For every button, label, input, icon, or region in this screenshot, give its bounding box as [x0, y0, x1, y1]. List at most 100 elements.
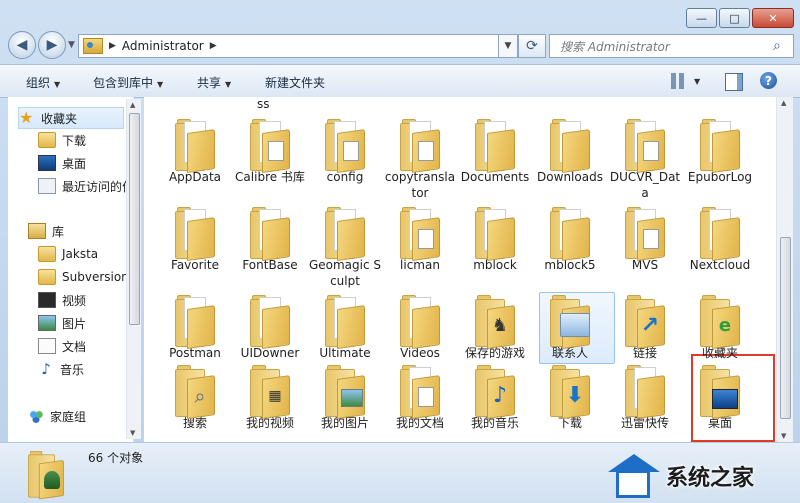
maximize-button[interactable]: □	[719, 8, 750, 28]
share-menu[interactable]: 共享 ▼	[197, 74, 231, 91]
folder-icon	[250, 117, 290, 173]
back-button[interactable]: ◀	[8, 31, 36, 59]
new-folder-button[interactable]: 新建文件夹	[265, 74, 325, 91]
view-icon[interactable]	[671, 73, 687, 89]
minimize-button[interactable]: —	[686, 8, 717, 28]
sidebar-scroll-thumb[interactable]	[129, 113, 140, 325]
preview-pane-icon[interactable]	[725, 73, 743, 91]
star-icon: ★	[19, 108, 34, 127]
sidebar-item-recent[interactable]: 最近访问的位	[38, 176, 133, 196]
recent-pages-dropdown[interactable]: ▼	[68, 40, 78, 50]
new-folder-label: 新建文件夹	[265, 76, 326, 90]
address-bar[interactable]: ▶ Administrator ▶	[78, 34, 512, 58]
folder-item[interactable]: EpuborLog	[683, 117, 757, 185]
sidebar-item-documents[interactable]: 文档	[38, 336, 86, 356]
folder-item[interactable]: 迅雷快传	[608, 363, 682, 431]
sidebar-item-label: 下载	[62, 133, 87, 148]
sidebar-item-label: 视频	[62, 293, 87, 308]
breadcrumb-separator-icon[interactable]: ▶	[109, 41, 116, 51]
content-scrollbar[interactable]: ▲ ▼	[776, 97, 793, 442]
folder-item[interactable]: DUCVR_Data	[608, 117, 682, 201]
folder-item[interactable]: e 收藏夹	[683, 293, 757, 361]
sidebar-scrollbar[interactable]: ▲ ▼	[126, 99, 141, 439]
folder-item[interactable]: ▦ 我的视频	[233, 363, 307, 431]
folder-item[interactable]: mblock5	[533, 205, 607, 273]
folder-item[interactable]: AppData	[158, 117, 232, 185]
folder-icon: ▦	[250, 363, 290, 419]
folder-item[interactable]: copytranslator	[383, 117, 457, 201]
folder-item[interactable]: UIDowner	[233, 293, 307, 361]
folder-item[interactable]: ⌕ 搜索	[158, 363, 232, 431]
scroll-down-icon[interactable]: ▼	[130, 429, 135, 437]
navigation-pane: ★ 收藏夹 下载 桌面 最近访问的位 库 Jaksta Subversion 视…	[8, 97, 134, 442]
sidebar-item-music[interactable]: ♪ 音乐	[38, 359, 84, 379]
folder-item[interactable]: 联系人	[533, 293, 607, 361]
folder-icon	[400, 117, 440, 173]
scroll-up-icon[interactable]: ▲	[781, 99, 786, 107]
share-label: 共享	[197, 76, 222, 90]
libraries-icon	[28, 223, 46, 239]
search-input[interactable]: 搜索 Administrator	[550, 38, 773, 55]
folder-item[interactable]: Documents	[458, 117, 532, 185]
sidebar-item-libraries[interactable]: 库	[28, 221, 64, 241]
folder-icon	[250, 293, 290, 349]
scroll-down-icon[interactable]: ▼	[781, 432, 786, 440]
folder-icon	[625, 363, 665, 419]
sidebar-item-desktop[interactable]: 桌面	[38, 153, 86, 173]
folder-item[interactable]: 我的文档	[383, 363, 457, 431]
folder-item[interactable]: ♞ 保存的游戏	[458, 293, 532, 361]
refresh-icon: ⟳	[526, 38, 538, 54]
organize-menu[interactable]: 组织 ▼	[26, 74, 60, 91]
folder-icon	[700, 205, 740, 261]
close-button[interactable]: ✕	[752, 8, 794, 28]
folder-item[interactable]: Favorite	[158, 205, 232, 273]
folder-item[interactable]: 我的图片	[308, 363, 382, 431]
sidebar-item-label: 文档	[62, 339, 87, 354]
search-icon[interactable]: ⌕	[773, 38, 793, 54]
sidebar-item-jaksta[interactable]: Jaksta	[38, 244, 98, 264]
maximize-icon: □	[729, 11, 740, 25]
picture-library-icon	[38, 315, 56, 331]
contact-card-icon	[560, 313, 590, 337]
breadcrumb-administrator[interactable]: Administrator	[122, 39, 204, 53]
sidebar-item-videos[interactable]: 视频	[38, 290, 86, 310]
sidebar-item-homegroup[interactable]: 家庭组	[28, 406, 86, 426]
scroll-up-icon[interactable]: ▲	[130, 101, 135, 109]
folder-icon	[550, 205, 590, 261]
folder-item[interactable]: Ultimate	[308, 293, 382, 361]
sidebar-item-downloads[interactable]: 下载	[38, 130, 86, 150]
include-in-library-menu[interactable]: 包含到库中 ▼	[93, 74, 163, 91]
folder-item[interactable]: FontBase	[233, 205, 307, 273]
breadcrumb-separator-icon[interactable]: ▶	[210, 41, 217, 51]
refresh-button[interactable]: ⟳	[518, 34, 546, 58]
folder-icon	[400, 363, 440, 419]
help-button[interactable]: ?	[760, 72, 777, 89]
folder-item[interactable]: Calibre 书库	[233, 117, 307, 185]
forward-button[interactable]: ▶	[38, 31, 66, 59]
folder-item[interactable]: 桌面	[683, 363, 757, 431]
sidebar-item-pictures[interactable]: 图片	[38, 313, 86, 333]
content-scroll-thumb[interactable]	[780, 237, 791, 419]
command-bar: 组织 ▼ 包含到库中 ▼ 共享 ▼ 新建文件夹 ▼ ?	[0, 64, 800, 98]
chevron-down-icon: ▼	[54, 80, 61, 89]
view-dropdown-icon[interactable]: ▼	[694, 77, 700, 86]
clipped-label: ss	[257, 97, 270, 111]
search-box[interactable]: 搜索 Administrator ⌕	[549, 34, 794, 58]
sidebar-item-subversion[interactable]: Subversion	[38, 267, 129, 287]
folder-item[interactable]: Geomagic Sculpt	[308, 205, 382, 289]
folder-item[interactable]: Downloads	[533, 117, 607, 185]
folder-item[interactable]: licman	[383, 205, 457, 273]
folder-item[interactable]: Postman	[158, 293, 232, 361]
link-icon: ↗	[640, 313, 660, 338]
address-dropdown[interactable]: ▼	[498, 34, 518, 58]
folder-item[interactable]: ⬇ 下载	[533, 363, 607, 431]
folder-item[interactable]: mblock	[458, 205, 532, 273]
folder-item[interactable]: Nextcloud	[683, 205, 757, 273]
folder-item[interactable]: ↗ 链接	[608, 293, 682, 361]
folder-item[interactable]: ♪ 我的音乐	[458, 363, 532, 431]
folder-item[interactable]: config	[308, 117, 382, 185]
folder-item[interactable]: MVS	[608, 205, 682, 273]
sidebar-item-favorites[interactable]: ★ 收藏夹	[18, 107, 124, 129]
recent-places-icon	[38, 178, 56, 194]
folder-item[interactable]: Videos	[383, 293, 457, 361]
